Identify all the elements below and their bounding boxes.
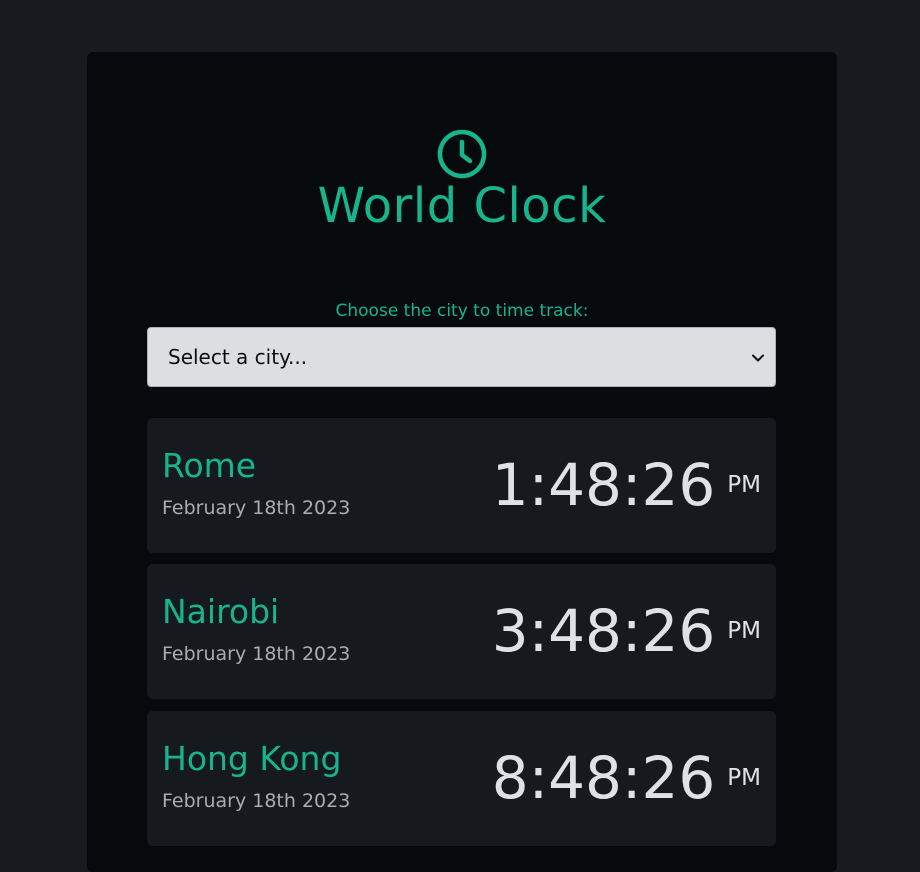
city-time: 1:48:26 PM: [492, 450, 761, 520]
city-time: 8:48:26 PM: [492, 743, 761, 813]
city-time: 3:48:26 PM: [492, 596, 761, 666]
clock-icon: [436, 128, 488, 180]
city-date: February 18th 2023: [162, 497, 351, 519]
time-value: 3:48:26: [491, 597, 716, 665]
city-select-value: Select a city...: [168, 345, 308, 369]
city-name: Nairobi: [162, 592, 280, 631]
city-card-rome: Rome February 18th 2023 1:48:26 PM: [147, 418, 776, 553]
city-card-nairobi: Nairobi February 18th 2023 3:48:26 PM: [147, 564, 776, 699]
city-card-hong-kong: Hong Kong February 18th 2023 8:48:26 PM: [147, 711, 776, 846]
city-name: Rome: [162, 446, 257, 485]
time-ampm: PM: [727, 618, 761, 644]
city-select[interactable]: Select a city...: [147, 327, 776, 387]
time-value: 8:48:26: [491, 744, 716, 812]
time-ampm: PM: [727, 765, 761, 791]
city-name: Hong Kong: [162, 739, 342, 778]
time-value: 1:48:26: [491, 451, 716, 519]
world-clock-card: World Clock Choose the city to time trac…: [87, 52, 837, 872]
page-title: World Clock: [317, 178, 607, 234]
time-ampm: PM: [727, 472, 761, 498]
city-select-label: Choose the city to time track:: [335, 301, 589, 321]
city-date: February 18th 2023: [162, 790, 351, 812]
city-date: February 18th 2023: [162, 643, 351, 665]
chevron-down-icon: [751, 350, 765, 364]
